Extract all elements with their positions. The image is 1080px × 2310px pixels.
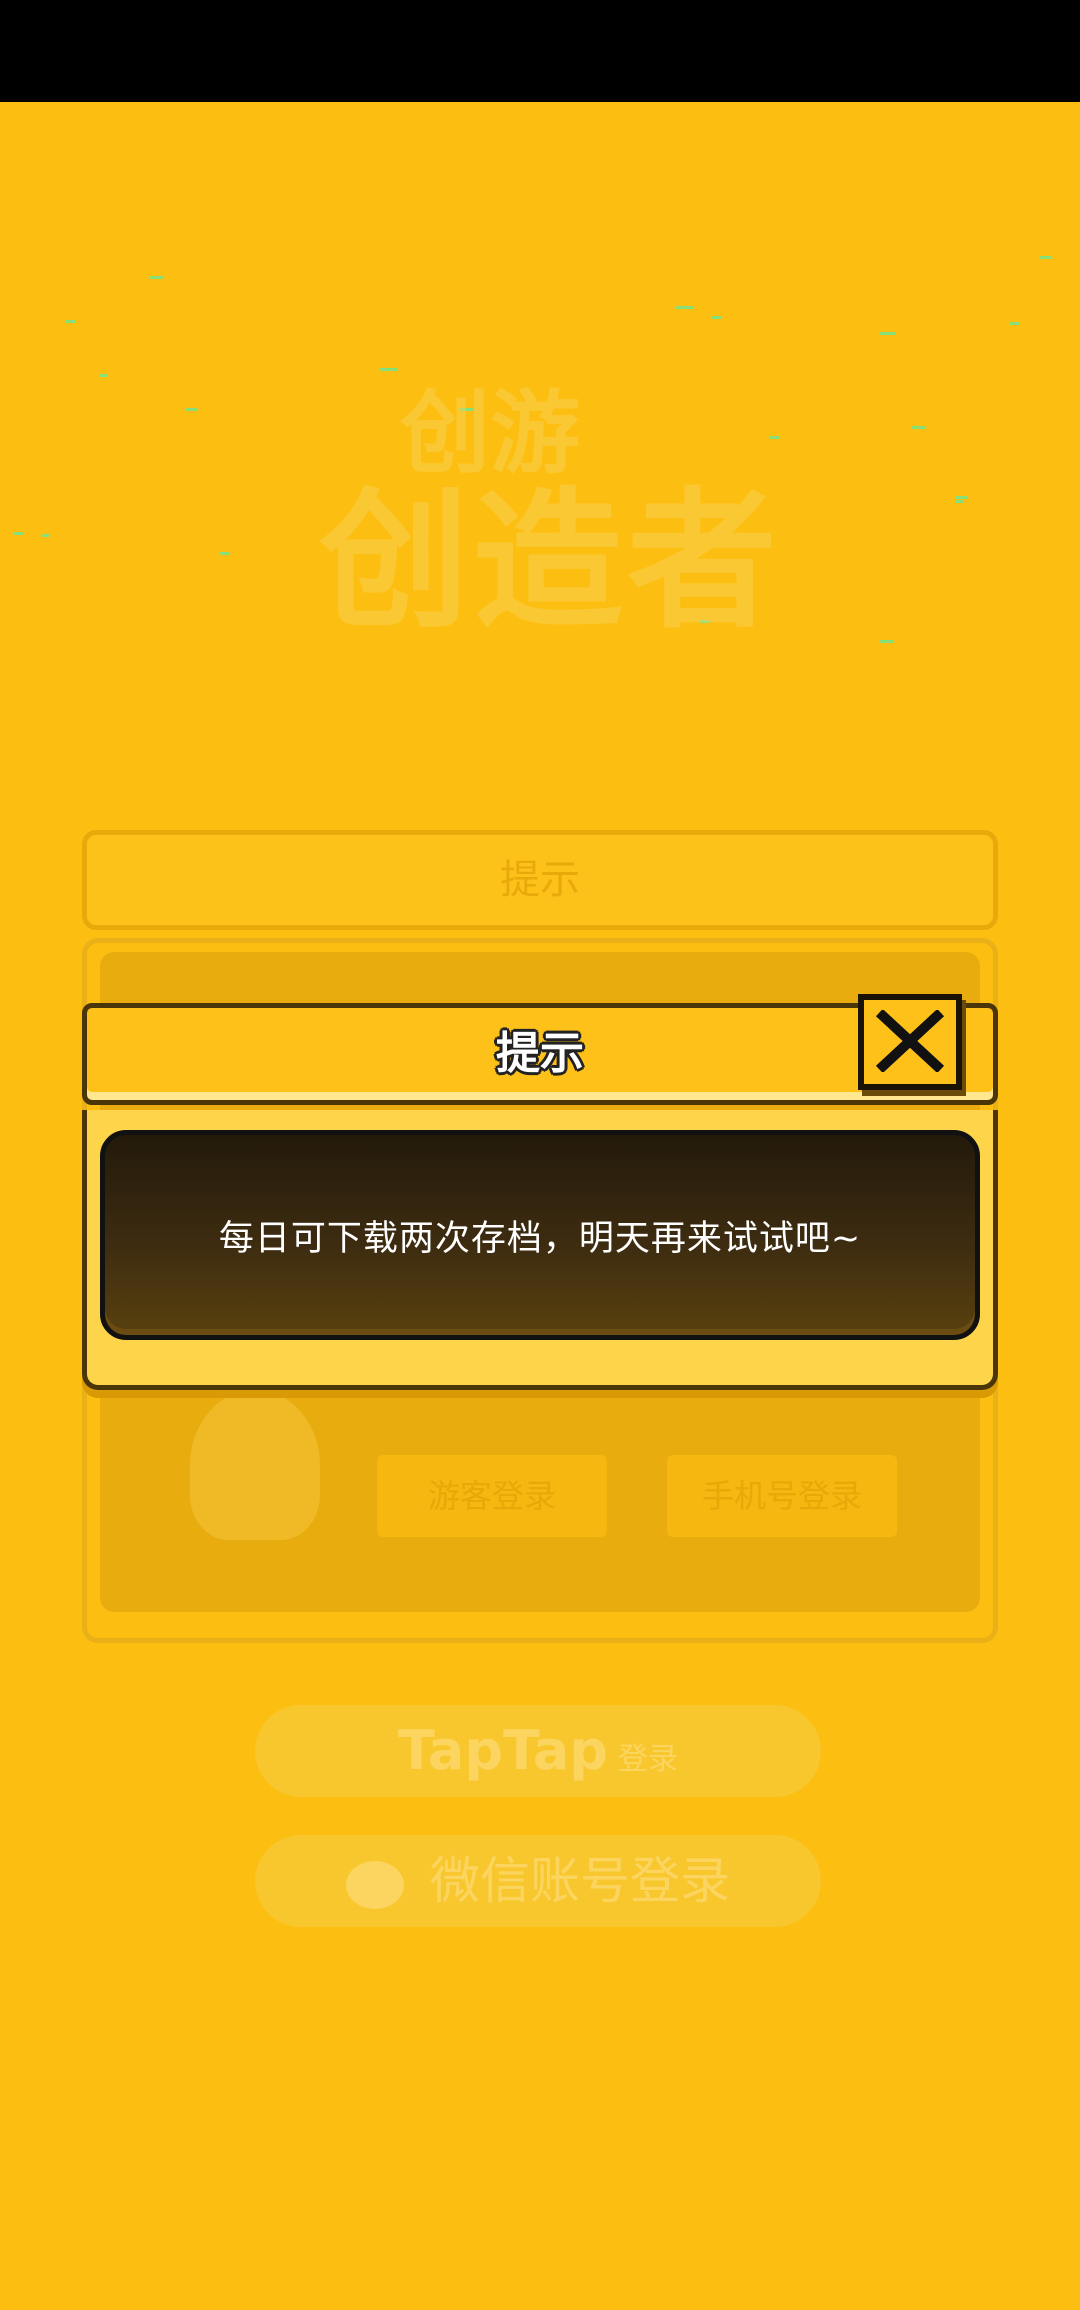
taptap-login-suffix: 登录 (617, 1742, 678, 1777)
taptap-logo-text: TapTap (398, 1719, 608, 1782)
wechat-login-label: 微信账号登录 (430, 1852, 730, 1910)
wechat-icon (346, 1860, 404, 1909)
dialog-message: 每日可下载两次存档，明天再来试试吧~ (218, 1218, 862, 1259)
phone-login-button: 手机号登录 (667, 1455, 897, 1537)
taptap-login-button: TapTap 登录 (255, 1705, 821, 1797)
wechat-login-button: 微信账号登录 (255, 1835, 821, 1927)
background-logo-title: 创造者 (318, 475, 781, 649)
mascot-image (190, 1390, 320, 1540)
message-box: 每日可下载两次存档，明天再来试试吧~ (100, 1130, 980, 1340)
close-button[interactable] (858, 994, 962, 1090)
guest-login-button: 游客登录 (377, 1455, 607, 1537)
close-x-icon (875, 1010, 945, 1072)
status-bar (0, 0, 1080, 102)
background-panel-title: 提示 (500, 857, 580, 903)
background-panel-header: 提示 (82, 830, 998, 930)
